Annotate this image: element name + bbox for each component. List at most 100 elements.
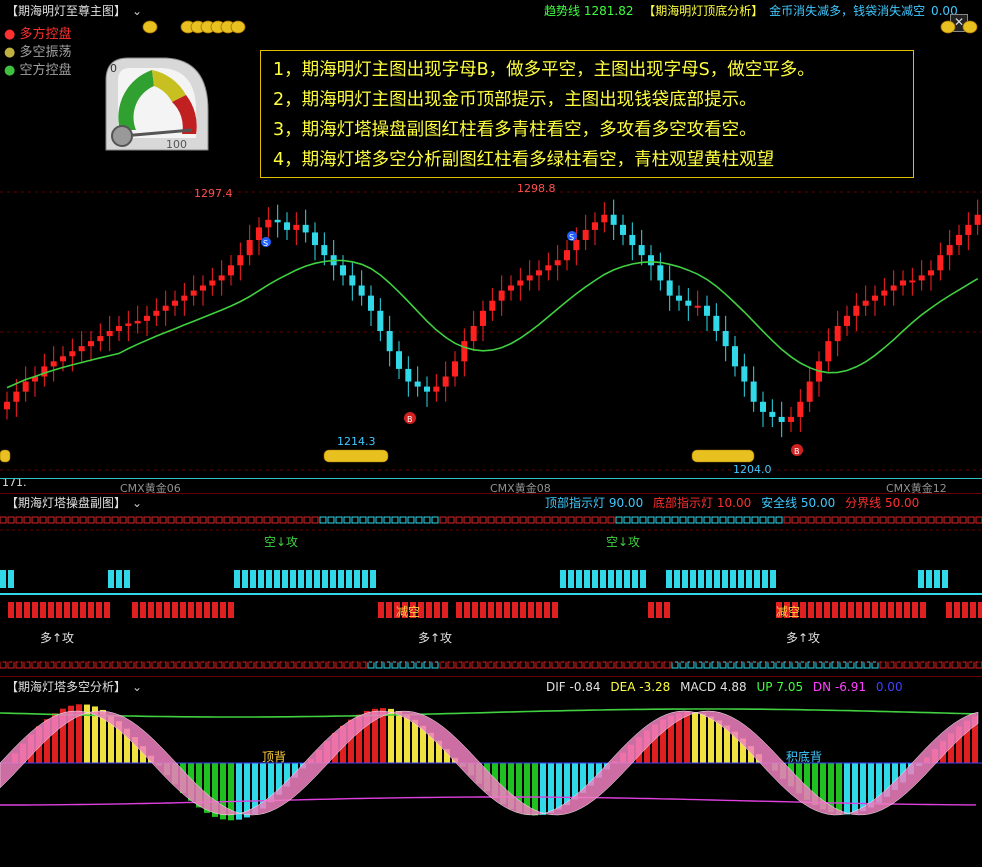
signal-tick xyxy=(143,516,151,524)
indicator-value: 7.05 xyxy=(776,680,804,694)
cyan-bar xyxy=(754,570,760,588)
candle xyxy=(228,255,234,286)
macd-bar xyxy=(556,763,562,810)
chevron-down-icon[interactable]: ⌄ xyxy=(132,680,142,694)
signal-tick xyxy=(95,516,103,524)
signal-tick xyxy=(47,661,55,669)
candle xyxy=(620,214,626,246)
control-legend: ● 多方控盘 ● 多空振荡 ● 空方控盘 xyxy=(4,26,72,80)
signal-tick xyxy=(807,516,815,524)
cyan-bar xyxy=(338,570,344,588)
red-bar xyxy=(848,602,854,618)
signal-tick xyxy=(239,661,247,669)
signal-tick xyxy=(335,661,343,669)
sub1-title[interactable]: 【期海灯塔操盘副图】 xyxy=(6,496,126,510)
signal-tick xyxy=(287,661,295,669)
signal-tick xyxy=(79,516,87,524)
cyan-bar xyxy=(330,570,336,588)
candle xyxy=(900,270,906,296)
high-label-2: 1298.8 xyxy=(517,182,556,195)
red-bar xyxy=(32,602,38,618)
candle xyxy=(536,260,542,291)
red-bar xyxy=(16,602,22,618)
main-chart-title[interactable]: 【期海明灯至尊主图】 xyxy=(6,4,126,18)
candlestick-chart[interactable]: 1297.4 1298.8 1214.3 1204.0 S S B B xyxy=(0,180,982,480)
signal-tick xyxy=(167,661,175,669)
signal-tick xyxy=(975,516,982,524)
longshort-subchart-panel: 【期海灯塔多空分析】 ⌄ DIF -0.84 DEA -3.28 MACD 4.8… xyxy=(0,676,982,867)
strategy-notes: 1，期海明灯主图出现字母B，做多平空，主图出现字母S，做空平多。 2，期海明灯主… xyxy=(260,50,914,178)
signal-tick xyxy=(655,661,663,669)
candle xyxy=(442,361,449,402)
cyan-bar xyxy=(730,570,736,588)
signal-tick xyxy=(71,661,79,669)
signal-tick xyxy=(239,516,247,524)
chevron-down-icon[interactable]: ⌄ xyxy=(132,4,142,18)
macd-bar xyxy=(244,763,250,818)
cyan-bar xyxy=(108,570,114,588)
indicator-value: 90.00 xyxy=(608,496,644,510)
signal-tick xyxy=(407,516,415,524)
indicator-value: 50.00 xyxy=(884,496,920,510)
signal-tick xyxy=(823,661,831,669)
long-attack-label: 多↑攻 xyxy=(40,631,74,645)
red-bar xyxy=(512,602,518,618)
candle xyxy=(760,391,766,428)
signal-tick xyxy=(279,516,287,524)
signal-tick xyxy=(951,661,959,669)
candle xyxy=(704,295,710,331)
red-bar xyxy=(970,602,976,618)
red-bar xyxy=(648,602,654,618)
signal-tick xyxy=(215,516,223,524)
signal-tick xyxy=(695,661,703,669)
candle xyxy=(312,222,318,261)
red-bar xyxy=(808,602,814,618)
candle xyxy=(480,300,486,342)
signal-tick xyxy=(543,661,551,669)
red-bar xyxy=(132,602,138,618)
signal-tick xyxy=(863,516,871,524)
signal-tick xyxy=(735,661,743,669)
signal-tick xyxy=(487,661,495,669)
signal-tick xyxy=(223,516,231,524)
candle xyxy=(974,199,981,235)
signal-tick xyxy=(351,516,359,524)
signal-tick xyxy=(95,661,103,669)
operation-bars-chart[interactable]: 空↓攻 空↓攻 多↑攻 多↑攻 多↑攻 减空 减空 xyxy=(0,512,982,672)
signal-tick xyxy=(151,516,159,524)
signal-tick xyxy=(487,516,495,524)
red-bar xyxy=(164,602,170,618)
cyan-bar xyxy=(290,570,296,588)
signal-tick xyxy=(151,661,159,669)
cyan-bar xyxy=(584,570,590,588)
gauge-min-label: 0 xyxy=(110,62,117,75)
candle xyxy=(601,202,608,233)
note-line: 1，期海明灯主图出现字母B，做多平空，主图出现字母S，做空平多。 xyxy=(273,60,815,80)
signal-tick xyxy=(63,661,71,669)
macd-chart[interactable]: 顶背 积底背 xyxy=(0,695,982,867)
red-bar xyxy=(480,602,486,618)
signal-tick xyxy=(263,516,271,524)
signal-tick xyxy=(55,516,63,524)
signal-tick xyxy=(759,661,767,669)
sub2-title[interactable]: 【期海灯塔多空分析】 xyxy=(6,680,126,694)
signal-tick xyxy=(511,516,519,524)
signal-tick xyxy=(31,516,39,524)
candle xyxy=(172,290,178,316)
red-bar xyxy=(88,602,94,618)
signal-tick xyxy=(15,516,23,524)
signal-tick xyxy=(567,516,575,524)
candle xyxy=(106,315,113,352)
signal-tick xyxy=(207,661,215,669)
signal-tick xyxy=(0,516,7,524)
signal-tick xyxy=(791,661,799,669)
signal-tick xyxy=(847,661,855,669)
signal-tick xyxy=(295,516,303,524)
macd-bar xyxy=(564,763,570,806)
sub2-indicators: DIF -0.84 DEA -3.28 MACD 4.88 UP 7.05 DN… xyxy=(546,679,966,695)
signal-tick xyxy=(7,516,15,524)
chevron-down-icon[interactable]: ⌄ xyxy=(132,496,142,510)
signal-tick xyxy=(407,661,415,669)
candle xyxy=(265,207,272,238)
reduce-short-label: 减空 xyxy=(396,605,420,619)
